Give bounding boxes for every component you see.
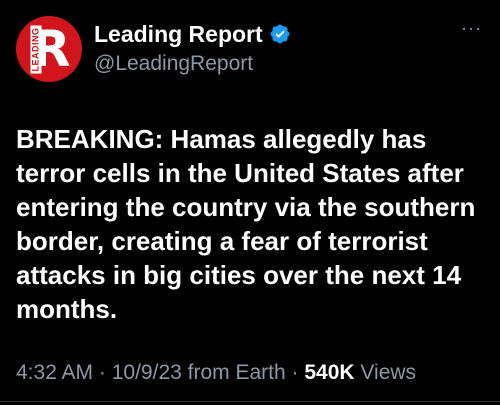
meta-separator: · — [285, 361, 305, 384]
divider — [0, 401, 500, 402]
name-row: Leading Report — [94, 20, 291, 48]
avatar[interactable]: R LEADING — [16, 16, 82, 82]
views-label: Views — [360, 361, 417, 384]
tweet-header: R LEADING Leading Report @LeadingReport … — [16, 16, 484, 82]
author-block: Leading Report @LeadingReport — [94, 20, 291, 76]
more-options-icon[interactable]: ··· — [461, 18, 482, 39]
tweet-source: from Earth — [187, 361, 286, 384]
tweet-time[interactable]: 4:32 AM — [16, 361, 93, 384]
views-count[interactable]: 540K — [304, 361, 354, 384]
display-name[interactable]: Leading Report — [94, 21, 263, 48]
meta-separator: · — [93, 361, 112, 384]
tweet-date[interactable]: 10/9/23 — [112, 361, 182, 384]
tweet-text: BREAKING: Hamas allegedly has terror cel… — [16, 124, 476, 324]
avatar-wordmark: LEADING — [30, 25, 42, 74]
verified-badge-icon — [270, 24, 290, 44]
tweet-meta: 4:32 AM · 10/9/23 from Earth · 540K View… — [16, 361, 486, 385]
handle[interactable]: @LeadingReport — [94, 52, 291, 76]
